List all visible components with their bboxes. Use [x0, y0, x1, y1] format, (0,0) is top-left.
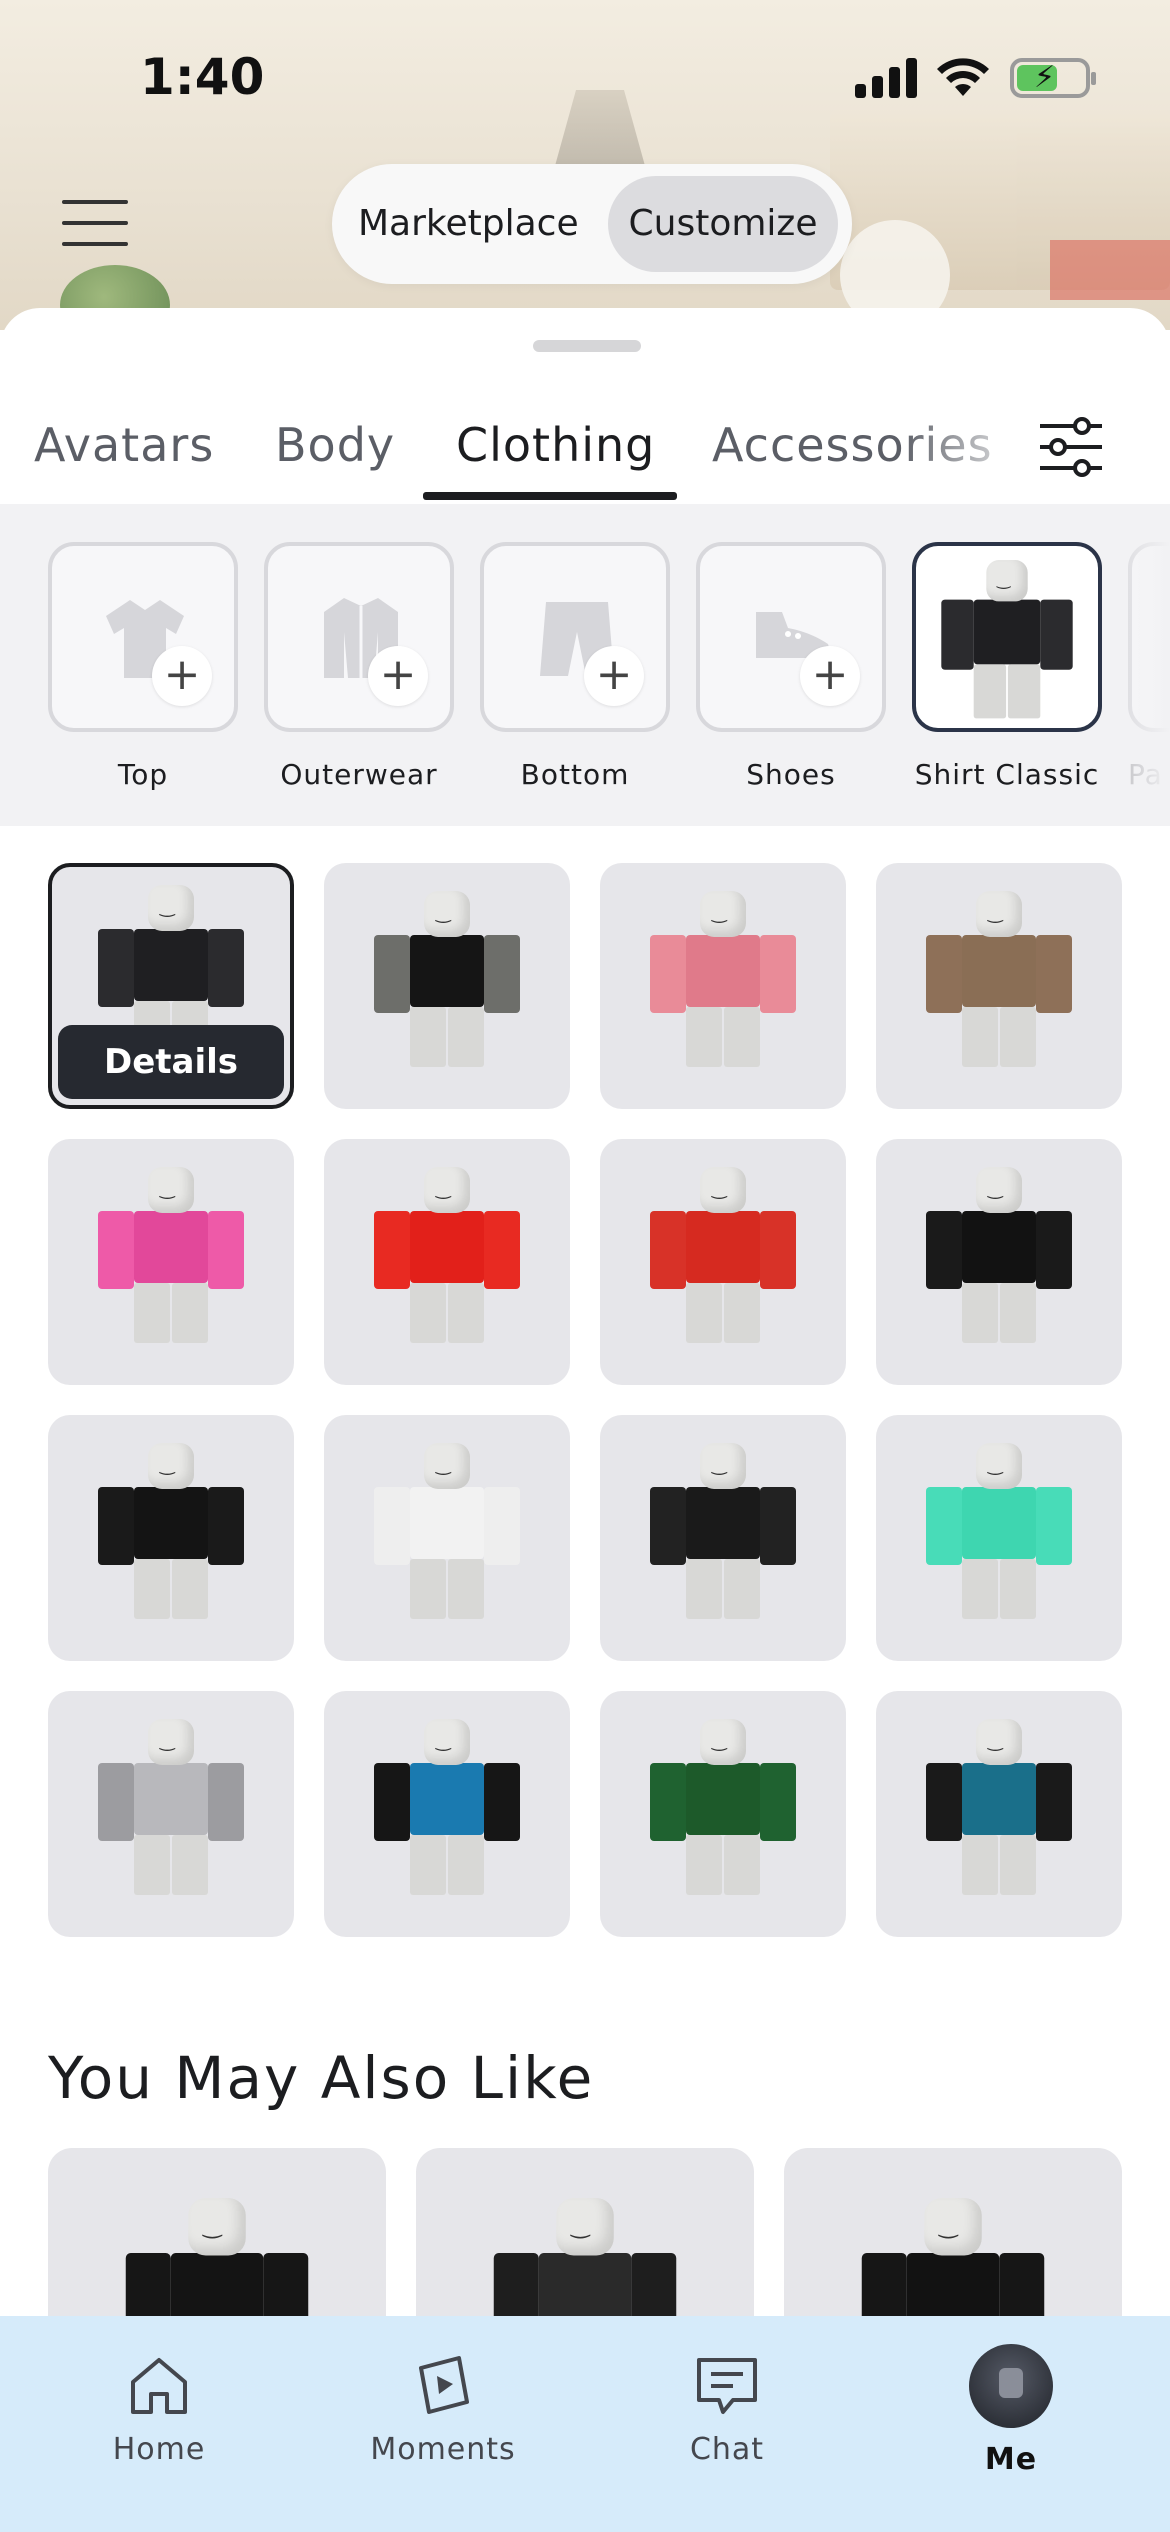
section-title: You May Also Like — [48, 2044, 595, 2112]
active-tab-indicator — [423, 492, 677, 500]
avatar-thumbnail — [924, 1443, 1074, 1623]
avatar-thumbnail — [96, 1443, 246, 1623]
nav-home[interactable]: Home — [59, 2352, 259, 2467]
home-icon — [131, 2358, 187, 2414]
slots-fade — [1110, 504, 1170, 826]
clothing-item[interactable] — [48, 1415, 294, 1661]
slot-label: Shoes — [746, 758, 836, 791]
avatar-thumbnail — [372, 1443, 522, 1623]
tab-avatars[interactable]: Avatars — [34, 418, 214, 472]
avatar-thumbnail — [372, 891, 522, 1071]
add-icon: + — [152, 646, 212, 706]
clothing-item[interactable] — [324, 1415, 570, 1661]
clothing-item[interactable] — [600, 1139, 846, 1385]
nav-label: Chat — [689, 2432, 765, 2467]
avatar-thumbnail — [96, 1167, 246, 1347]
avatar-thumbnail — [372, 1719, 522, 1899]
clothing-item[interactable] — [876, 1691, 1122, 1937]
add-icon: + — [368, 646, 428, 706]
slot-shirt-classic[interactable]: Shirt Classic — [912, 542, 1102, 791]
moments-icon — [419, 2356, 469, 2414]
avatar-thumbnail — [96, 1719, 246, 1899]
avatar-thumbnail — [648, 1443, 798, 1623]
slot-label: Bottom — [520, 758, 630, 791]
avatar-thumbnail — [372, 1167, 522, 1347]
nav-label: Me — [984, 2442, 1038, 2477]
nav-label: Moments — [370, 2432, 516, 2467]
mode-switch: Marketplace Customize — [332, 164, 852, 284]
chat-icon — [697, 2358, 757, 2414]
cellular-signal-icon — [855, 58, 917, 98]
tabs-fade — [900, 408, 1040, 498]
avatar — [969, 2344, 1053, 2428]
customize-sheet: Avatars Body Clothing Accessories + Top … — [0, 308, 1170, 2532]
avatar-thumbnail — [648, 1719, 798, 1899]
battery-icon: ⚡ — [1010, 58, 1096, 98]
tab-clothing[interactable]: Clothing — [456, 418, 655, 472]
sheet-grabber[interactable] — [533, 340, 641, 352]
status-bar: 1:40 ⚡ — [0, 0, 1170, 150]
slot-top[interactable]: + Top — [48, 542, 238, 791]
add-icon: + — [584, 646, 644, 706]
details-button[interactable]: Details — [58, 1025, 284, 1099]
avatar-thumbnail — [924, 1719, 1074, 1899]
slot-bottom[interactable]: + Bottom — [480, 542, 670, 791]
slot-label: Shirt Classic — [914, 758, 1100, 791]
slot-outerwear[interactable]: + Outerwear — [264, 542, 454, 791]
slot-label: Top — [117, 758, 169, 791]
clothing-item[interactable] — [48, 1139, 294, 1385]
nav-moments[interactable]: Moments — [343, 2352, 543, 2467]
marketplace-tab[interactable]: Marketplace — [358, 176, 579, 272]
add-icon: + — [800, 646, 860, 706]
clothing-item[interactable] — [324, 1139, 570, 1385]
bottom-navigation: Home Moments Chat Me — [0, 2316, 1170, 2532]
nav-chat[interactable]: Chat — [627, 2352, 827, 2467]
tab-body[interactable]: Body — [275, 418, 395, 472]
clothing-item[interactable] — [876, 1415, 1122, 1661]
clothing-item[interactable] — [324, 1691, 570, 1937]
nav-me[interactable]: Me — [911, 2344, 1111, 2477]
equipped-slots: + Top + Outerwear + Bottom + Shoes ‿ Shi… — [0, 504, 1170, 826]
clothing-item[interactable]: Details — [48, 863, 294, 1109]
clothing-item[interactable] — [600, 863, 846, 1109]
wifi-icon — [937, 58, 989, 96]
clothing-item[interactable] — [876, 863, 1122, 1109]
hamburger-menu-icon[interactable] — [62, 198, 128, 248]
filter-sliders-icon[interactable] — [1036, 412, 1106, 482]
slot-shoes[interactable]: + Shoes — [696, 542, 886, 791]
clothing-item[interactable] — [600, 1691, 846, 1937]
shirt-thumbnail — [940, 560, 1075, 722]
status-time: 1:40 — [140, 48, 265, 106]
slot-label: Outerwear — [280, 758, 438, 791]
avatar-thumbnail — [924, 891, 1074, 1071]
clothing-item[interactable] — [600, 1415, 846, 1661]
clothing-item[interactable] — [48, 1691, 294, 1937]
avatar-thumbnail — [648, 1167, 798, 1347]
avatar-thumbnail — [924, 1167, 1074, 1347]
customize-tab[interactable]: Customize — [608, 176, 838, 272]
nav-label: Home — [112, 2432, 206, 2467]
avatar-thumbnail — [648, 891, 798, 1071]
clothing-item[interactable] — [876, 1139, 1122, 1385]
clothing-item[interactable] — [324, 863, 570, 1109]
